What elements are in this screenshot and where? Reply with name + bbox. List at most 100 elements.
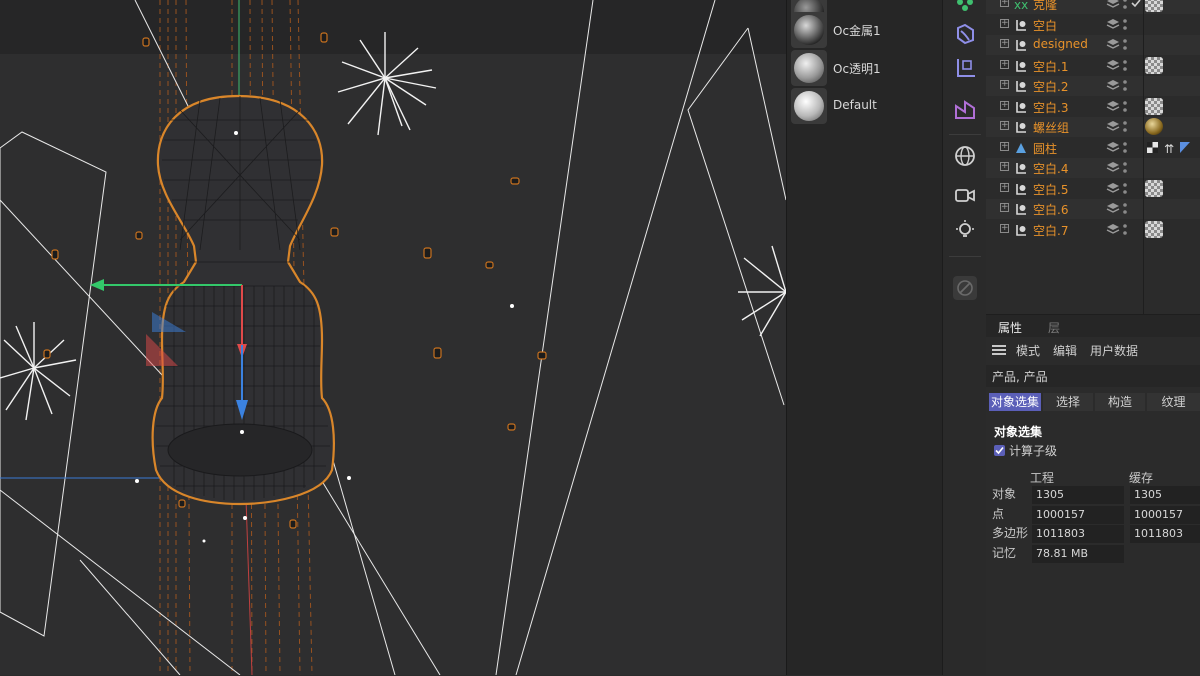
layer-icon[interactable] [1106,223,1120,236]
expand-icon[interactable]: + [1000,59,1009,69]
visibility-dots-icon[interactable] [1123,202,1127,215]
visibility-dots-icon[interactable] [1123,161,1127,174]
object-row[interactable]: + designed [986,35,1200,55]
menu-edit[interactable]: 编辑 [1053,342,1077,359]
stat-project-field[interactable]: 78.81 MB [1032,544,1124,563]
visibility-dots-icon[interactable] [1123,38,1127,51]
object-name[interactable]: 螺丝组 [1033,119,1069,136]
cloner-icon[interactable] [948,0,982,18]
object-row[interactable]: + 空白 [986,15,1200,35]
expand-icon[interactable]: + [1000,141,1009,151]
layer-icon[interactable] [1106,182,1120,195]
visibility-dots-icon[interactable] [1123,59,1127,72]
deformer-icon[interactable] [948,18,982,50]
object-row[interactable]: + 空白.3 [986,97,1200,117]
expand-icon[interactable]: + [1000,100,1009,110]
null-object-icon [1014,17,1028,31]
visibility-dots-icon[interactable] [1123,223,1127,236]
stat-cache-field[interactable]: 1000157 [1130,505,1200,524]
globe-icon[interactable] [948,140,982,172]
expand-icon[interactable]: + [1000,162,1009,171]
object-row[interactable]: + 螺丝组 [986,117,1200,137]
object-name[interactable]: 空白.3 [1033,99,1068,116]
layer-icon[interactable] [1106,0,1120,10]
menu-user-data[interactable]: 用户数据 [1090,342,1138,359]
object-name[interactable]: 空白.7 [1033,222,1068,239]
layer-icon[interactable] [1106,79,1120,92]
spline-pen-icon[interactable] [948,94,982,126]
expand-icon[interactable]: + [1000,39,1009,48]
enabled-check-icon[interactable] [1131,0,1141,8]
object-row[interactable]: + 空白.2 [986,76,1200,96]
object-row[interactable]: + 空白.5 [986,179,1200,199]
object-name[interactable]: 空白.2 [1033,78,1068,95]
layer-icon[interactable] [1106,38,1120,51]
stat-cache-field[interactable]: 1305 [1130,486,1200,504]
visibility-dots-icon[interactable] [1123,79,1127,92]
object-name[interactable]: 空白.4 [1033,160,1068,177]
layer-icon[interactable] [1106,100,1120,113]
visibility-dots-icon[interactable] [1123,141,1127,154]
edit-pen-icon[interactable] [948,272,982,304]
stat-cache-field[interactable]: 1011803 [1130,525,1200,543]
material-tag-icon[interactable] [1145,56,1163,74]
visibility-dots-icon[interactable] [1123,100,1127,113]
material-tag-icon[interactable] [1145,220,1163,238]
expand-icon[interactable]: + [1000,203,1009,212]
material-tag-icon[interactable] [1145,118,1163,135]
layer-icon[interactable] [1106,141,1120,154]
subtab-selection[interactable]: 选择 [1043,393,1093,411]
layer-icon[interactable] [1106,120,1120,133]
material-tag-icon[interactable] [1145,97,1163,115]
layer-icon[interactable] [1106,59,1120,72]
stat-project-field[interactable]: 1305 [1032,486,1124,504]
material-tag-icon[interactable] [1145,179,1163,197]
stat-project-field[interactable]: 1000157 [1032,505,1124,524]
object-row[interactable]: + 圆柱 ⇈ [986,138,1200,158]
expand-icon[interactable]: + [1000,223,1009,233]
3d-viewport[interactable] [0,0,786,675]
product-model [151,94,335,506]
object-name[interactable]: 空白.6 [1033,201,1068,218]
object-row[interactable]: + xx 克隆 [986,0,1200,14]
light-icon[interactable] [948,214,982,246]
menu-mode[interactable]: 模式 [1016,342,1040,359]
object-name[interactable]: designed [1033,37,1088,51]
layer-icon[interactable] [1106,202,1120,215]
material-item-default[interactable]: Default [789,88,939,124]
object-row[interactable]: + 空白.7 [986,220,1200,240]
object-name[interactable]: 空白.5 [1033,181,1068,198]
camera-icon[interactable] [948,178,982,210]
subtab-texture[interactable]: 纹理 [1147,393,1200,411]
layer-icon[interactable] [1106,161,1120,174]
object-name[interactable]: 圆柱 [1033,140,1057,157]
tag-icons-group[interactable]: ⇈ [1146,141,1200,155]
object-row[interactable]: + 空白.4 [986,158,1200,178]
tab-attributes[interactable]: 属性 [998,319,1022,336]
expand-icon[interactable]: + [1000,80,1009,89]
compute-children-checkbox[interactable] [994,445,1005,456]
object-name[interactable]: 克隆 [1033,0,1057,13]
object-name[interactable]: 空白.1 [1033,58,1068,75]
expand-icon[interactable]: + [1000,182,1009,192]
material-tag-icon[interactable] [1145,0,1163,12]
visibility-dots-icon[interactable] [1123,0,1127,10]
subtab-construction[interactable]: 构造 [1095,393,1145,411]
subtab-object-selection[interactable]: 对象选集 [989,393,1041,411]
object-name[interactable]: 空白 [1033,17,1057,34]
hamburger-menu-icon[interactable] [992,345,1006,355]
visibility-dots-icon[interactable] [1123,18,1127,31]
material-item-glass[interactable]: Oc透明1 [789,50,939,86]
stat-project-field[interactable]: 1011803 [1032,525,1124,543]
visibility-dots-icon[interactable] [1123,120,1127,133]
object-row[interactable]: + 空白.1 [986,56,1200,76]
expand-icon[interactable]: + [1000,18,1009,28]
object-row[interactable]: + 空白.6 [986,199,1200,219]
material-item-metal[interactable]: Oc金属1 [789,12,939,48]
coordinate-icon[interactable] [948,52,982,84]
tab-layers[interactable]: 层 [1048,319,1060,336]
visibility-dots-icon[interactable] [1123,182,1127,195]
expand-icon[interactable]: + [1000,0,1009,7]
layer-icon[interactable] [1106,18,1120,31]
expand-icon[interactable]: + [1000,121,1009,130]
